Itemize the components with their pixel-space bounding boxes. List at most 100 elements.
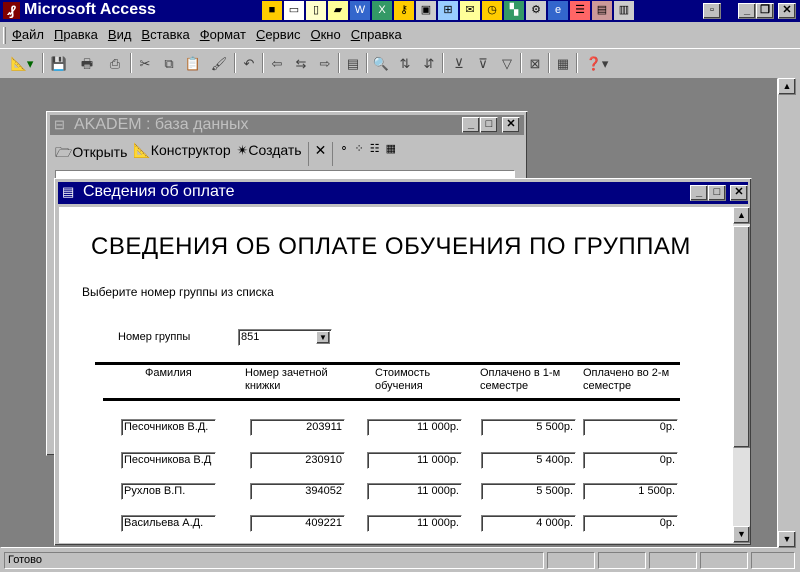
binder-icon[interactable]: ⊞: [438, 1, 458, 20]
properties-icon[interactable]: ▤: [342, 53, 364, 75]
form-maximize-button[interactable]: □: [708, 185, 726, 201]
list-view-icon[interactable]: ☷: [370, 142, 380, 166]
menu-view[interactable]: Вид: [108, 27, 132, 42]
db-minimize-button[interactable]: _: [462, 117, 480, 133]
group-number-combo[interactable]: 851 ▼: [238, 329, 332, 346]
undo-icon[interactable]: ↶: [238, 53, 260, 75]
filter-selection-icon[interactable]: ⊻: [448, 53, 470, 75]
back-icon[interactable]: ⇦: [266, 53, 288, 75]
paid-sem1-field[interactable]: 5 500р.: [481, 419, 576, 436]
format-painter-icon[interactable]: 🖌: [208, 53, 230, 75]
cut-icon[interactable]: ✂: [134, 53, 156, 75]
presentation-icon[interactable]: ▣: [416, 1, 436, 20]
scroll-down-icon[interactable]: ▼: [733, 526, 750, 543]
large-icons-view-icon[interactable]: ⚬: [339, 142, 348, 166]
small-icons-view-icon[interactable]: ⁘: [355, 142, 364, 166]
copy-icon[interactable]: ⧉: [158, 53, 180, 75]
filter-form-icon[interactable]: ⊽: [472, 53, 494, 75]
paste-icon[interactable]: 📋: [182, 53, 204, 75]
design-view-icon[interactable]: 📐▾: [6, 53, 38, 75]
paid-sem2-field[interactable]: 0р.: [583, 419, 678, 436]
menu-tools[interactable]: Сервис: [256, 27, 301, 42]
scroll-up-icon[interactable]: ▲: [733, 207, 750, 224]
tools-icon[interactable]: ⚙: [526, 1, 546, 20]
form-window[interactable]: ▤ Сведения об оплате _ □ ✕ СВЕДЕНИЯ ОБ О…: [54, 178, 752, 546]
remove-filter-icon[interactable]: ⊠: [524, 53, 546, 75]
ie-icon[interactable]: e: [548, 1, 568, 20]
paid-sem1-field[interactable]: 5 500р.: [481, 483, 576, 500]
cost-field[interactable]: 11 000р.: [367, 452, 462, 469]
paid-sem1-field[interactable]: 5 400р.: [481, 452, 576, 469]
menu-grip[interactable]: [3, 27, 6, 44]
find-icon[interactable]: 🔍: [370, 53, 392, 75]
excel-icon[interactable]: X: [372, 1, 392, 20]
key-icon[interactable]: ⚷: [394, 1, 414, 20]
record-book-field[interactable]: 230910: [250, 452, 345, 469]
cost-field[interactable]: 11 000р.: [367, 483, 462, 500]
cost-field[interactable]: 11 000р.: [367, 419, 462, 436]
menu-file[interactable]: Файл: [12, 27, 44, 42]
contacts-icon[interactable]: ☰: [570, 1, 590, 20]
office-icon[interactable]: ■: [262, 1, 282, 20]
menu-edit[interactable]: Правка: [54, 27, 98, 42]
word-icon[interactable]: W: [350, 1, 370, 20]
scroll-down-icon[interactable]: ▼: [778, 531, 796, 548]
app-restore-button[interactable]: ❐: [756, 3, 774, 19]
app-close-button[interactable]: ✕: [778, 3, 796, 19]
surname-field[interactable]: Песочников В.Д.: [121, 419, 216, 436]
forward-icon[interactable]: ⇨: [314, 53, 336, 75]
menu-insert[interactable]: Вставка: [141, 27, 189, 42]
print-preview-icon[interactable]: 🖶: [76, 53, 98, 75]
window-icon[interactable]: ▭: [284, 1, 304, 20]
new-doc-icon[interactable]: ▯: [306, 1, 326, 20]
clock-icon[interactable]: ◷: [482, 1, 502, 20]
cost-field[interactable]: 11 000р.: [367, 515, 462, 532]
create-button[interactable]: ✴Создать: [237, 142, 302, 166]
cabinet-icon[interactable]: ▥: [614, 1, 634, 20]
app-tray-button[interactable]: ▫: [703, 3, 721, 19]
db-maximize-button[interactable]: □: [480, 117, 498, 133]
refresh-icon[interactable]: ⇆: [290, 53, 312, 75]
open-button[interactable]: 🗁Открыть: [55, 142, 127, 166]
record-book-field[interactable]: 409221: [250, 515, 345, 532]
app-title-bar[interactable]: ₰ Microsoft Access ■ ▭ ▯ ▰ W X ⚷ ▣ ⊞ ✉ ◷…: [0, 0, 800, 22]
save-icon[interactable]: 💾: [48, 53, 70, 75]
details-view-icon[interactable]: ▦: [386, 142, 396, 166]
record-book-field[interactable]: 203911: [250, 419, 345, 436]
menu-window[interactable]: Окно: [310, 27, 340, 42]
delete-icon[interactable]: ✕: [315, 142, 327, 166]
app-minimize-button[interactable]: _: [738, 3, 756, 19]
database-window-title-bar[interactable]: ⊟ AKADEM : база данных _ □ ✕: [50, 115, 524, 135]
scroll-up-icon[interactable]: ▲: [778, 78, 796, 95]
surname-field[interactable]: Песочникова В.Д: [121, 452, 216, 469]
print-icon[interactable]: ⎙: [104, 53, 126, 75]
apply-filter-icon[interactable]: ▽: [496, 53, 518, 75]
design-button[interactable]: 📐Конструктор: [133, 142, 230, 166]
dropdown-arrow-icon[interactable]: ▼: [316, 331, 330, 344]
database-window-icon[interactable]: ▦: [552, 53, 574, 75]
workspace-scrollbar[interactable]: ▲ ▼: [778, 78, 796, 548]
paid-sem2-field[interactable]: 0р.: [583, 452, 678, 469]
mail-icon[interactable]: ✉: [460, 1, 480, 20]
menu-help[interactable]: Справка: [351, 27, 402, 42]
scroll-thumb[interactable]: [733, 226, 750, 448]
form-minimize-button[interactable]: _: [690, 185, 708, 201]
paid-sem2-field[interactable]: 1 500р.: [583, 483, 678, 500]
form-window-title-bar[interactable]: ▤ Сведения об оплате _ □ ✕: [58, 182, 748, 204]
help-icon[interactable]: ❓▾: [580, 53, 614, 75]
form-close-button[interactable]: ✕: [730, 185, 748, 201]
db-close-button[interactable]: ✕: [502, 117, 520, 133]
office-shortcut-bar: ■ ▭ ▯ ▰ W X ⚷ ▣ ⊞ ✉ ◷ ▚ ⚙ e ☰ ▤ ▥: [262, 1, 634, 20]
open-folder-icon[interactable]: ▰: [328, 1, 348, 20]
access-small-icon[interactable]: ▤: [592, 1, 612, 20]
paid-sem1-field[interactable]: 4 000р.: [481, 515, 576, 532]
sort-descending-icon[interactable]: ⇵: [418, 53, 440, 75]
chart-icon[interactable]: ▚: [504, 1, 524, 20]
surname-field[interactable]: Рухлов В.П.: [121, 483, 216, 500]
form-scrollbar[interactable]: ▲ ▼: [733, 207, 750, 543]
surname-field[interactable]: Васильева А.Д.: [121, 515, 216, 532]
sort-ascending-icon[interactable]: ⇅: [394, 53, 416, 75]
menu-format[interactable]: Формат: [200, 27, 246, 42]
record-book-field[interactable]: 394052: [250, 483, 345, 500]
paid-sem2-field[interactable]: 0р.: [583, 515, 678, 532]
